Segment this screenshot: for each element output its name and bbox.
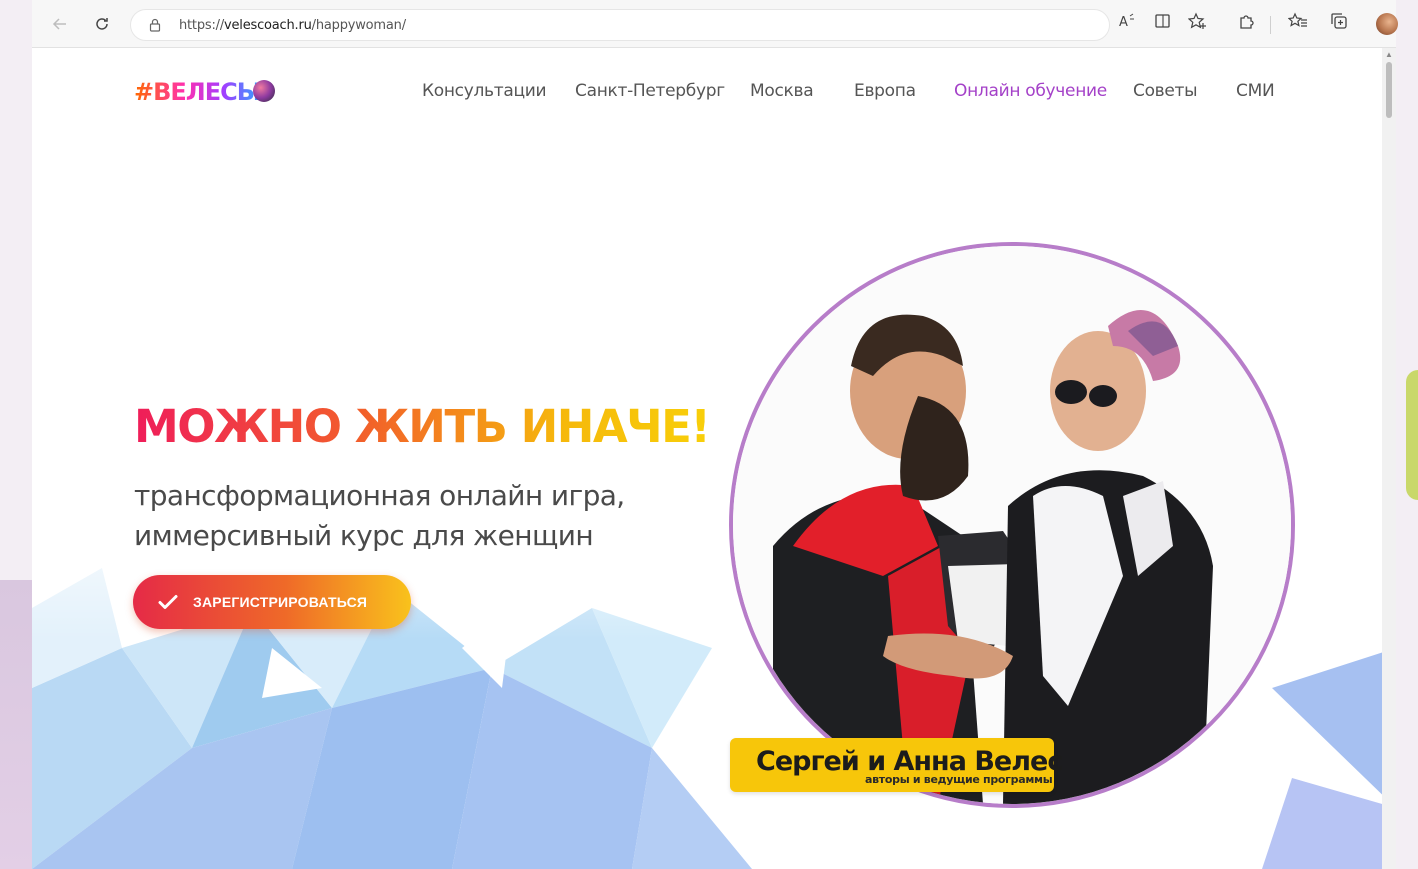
nav-item-consultations[interactable]: Консультации: [422, 81, 547, 101]
nav-item-media[interactable]: СМИ: [1236, 81, 1275, 101]
nav-item-saint-petersburg[interactable]: Санкт-Петербург: [575, 81, 725, 101]
browser-window: https://velescoach.ru/happywoman/ A #ВЕЛ…: [32, 0, 1398, 869]
add-favorite-icon: [1187, 12, 1206, 29]
back-button[interactable]: [48, 12, 72, 36]
hosts-photo-illustration: [733, 246, 1291, 804]
toolbar-divider: [1270, 16, 1271, 34]
hero-headline: МОЖНО ЖИТЬ ИНАЧЕ!: [134, 400, 711, 453]
register-button-label: ЗАРЕГИСТРИРОВАТЬСЯ: [193, 594, 368, 610]
reload-button[interactable]: [90, 12, 114, 36]
desktop-wallpaper-leaf-right: [1406, 370, 1418, 500]
reload-icon: [96, 18, 108, 30]
nav-item-advice[interactable]: Советы: [1133, 81, 1198, 101]
read-aloud-button[interactable]: A: [1118, 12, 1136, 34]
profile-avatar[interactable]: [1376, 13, 1398, 35]
url-text: https://velescoach.ru/happywoman/: [179, 18, 406, 33]
extensions-icon: [1240, 15, 1254, 29]
arrow-left-icon: [52, 18, 66, 30]
read-aloud-icon: A: [1119, 13, 1134, 30]
immersive-reader-icon: [1155, 14, 1170, 28]
address-bar[interactable]: https://velescoach.ru/happywoman/: [130, 9, 1110, 41]
nav-item-moscow[interactable]: Москва: [750, 81, 814, 101]
hosts-caption: Сергей и Анна Велес авторы и ведущие про…: [730, 738, 1063, 792]
favorites-icon: [1287, 12, 1307, 27]
immersive-reader-button[interactable]: [1154, 12, 1172, 34]
collections-icon: [1331, 13, 1347, 29]
nav-item-online-learning[interactable]: Онлайн обучение: [954, 81, 1107, 101]
favorites-button[interactable]: [1287, 12, 1308, 34]
url-path: /happywoman/: [311, 18, 406, 33]
url-host: velescoach.ru: [224, 18, 312, 33]
check-icon: [158, 595, 178, 609]
web-page: #ВЕЛЕСЫ Консультации Санкт-Петербург Мос…: [32, 48, 1396, 869]
hosts-photo: [729, 242, 1295, 808]
page-scrollbar[interactable]: ▲: [1382, 48, 1396, 869]
register-button[interactable]: ЗАРЕГИСТРИРОВАТЬСЯ: [133, 575, 411, 629]
main-nav: Консультации Санкт-Петербург Москва Евро…: [32, 81, 1396, 103]
hero-subline: трансформационная онлайн игра, иммерсивн…: [134, 476, 654, 556]
nav-item-europe[interactable]: Европа: [854, 81, 916, 101]
lock-icon: [149, 18, 161, 32]
scroll-up-arrow-icon[interactable]: ▲: [1385, 50, 1393, 59]
hosts-caption-role: авторы и ведущие программы: [865, 773, 1053, 786]
svg-text:A: A: [1119, 15, 1128, 30]
hero-subline-line-1: трансформационная онлайн игра,: [134, 479, 625, 512]
add-favorite-button[interactable]: [1187, 12, 1208, 34]
url-scheme: https://: [179, 18, 224, 33]
browser-toolbar: https://velescoach.ru/happywoman/ A: [32, 0, 1398, 48]
hero-subline-line-2: иммерсивный курс для женщин: [134, 519, 594, 552]
collections-button[interactable]: [1330, 12, 1348, 34]
scrollbar-thumb[interactable]: [1386, 62, 1392, 118]
extensions-button[interactable]: [1238, 12, 1256, 34]
